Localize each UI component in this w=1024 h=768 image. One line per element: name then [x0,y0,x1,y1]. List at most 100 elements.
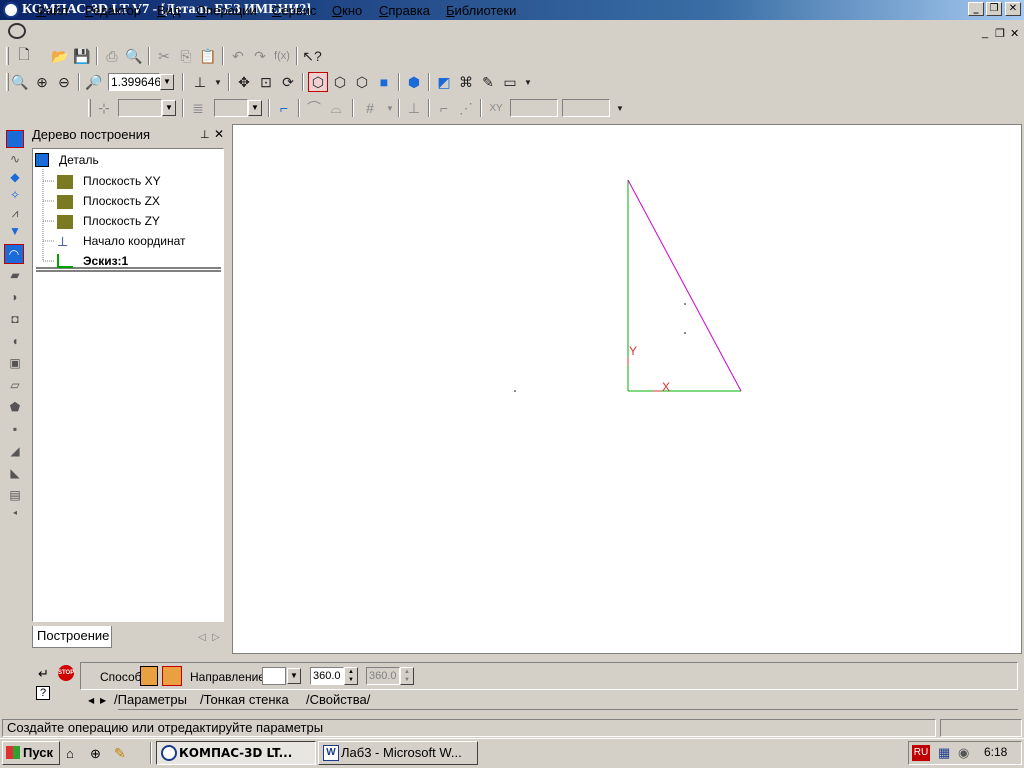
mdi-restore-button[interactable]: ❐ [995,27,1005,40]
edit-component-icon[interactable]: ⌘ [456,72,476,92]
menu-operations[interactable]: Операции [196,3,257,18]
tree-item-plane-zx[interactable]: Плоскость ZX [57,194,207,210]
tab-thin-wall[interactable]: /Тонкая стенка [200,692,289,707]
zoom-in-icon[interactable]: ⊕ [32,72,52,92]
params-tab-right-icon[interactable]: ▶ [100,696,106,705]
toolbar-grip[interactable] [6,47,9,65]
zoom-out-icon[interactable]: ⊖ [54,72,74,92]
loft-icon[interactable]: ◖ [6,332,24,350]
tab-properties[interactable]: /Свойства/ [306,692,370,707]
angle2-spinner[interactable]: ▲ ▼ [400,667,414,685]
tree-item-sketch[interactable]: Эскиз:1 [57,254,207,270]
extrude-icon[interactable]: ▰ [6,266,24,284]
ortho-icon[interactable]: ⌐ [434,98,454,118]
chamfer-op-icon[interactable]: ◣ [6,464,24,482]
pan-icon[interactable]: ✥ [234,72,254,92]
variables-icon[interactable]: f(x) [272,46,292,66]
orientation-icon[interactable]: ⊥ [190,72,210,92]
cut-revolve-icon[interactable]: ▱ [6,376,24,394]
revolve-icon[interactable]: ◗ [6,288,24,306]
menu-libraries[interactable]: Библиотеки [446,3,516,18]
kompas-app-icon[interactable] [3,2,19,18]
coord-x-field[interactable] [510,99,558,117]
chamfer-icon[interactable]: ⌓ [326,98,346,118]
kinematic-icon[interactable]: ◘ [6,310,24,328]
help-pointer-icon[interactable]: ↖? [302,46,322,66]
menu-editor[interactable]: Редактор [85,3,141,18]
minimize-button[interactable]: _ [968,2,984,16]
tree-item-plane-zy[interactable]: Плоскость ZY [57,214,207,230]
angle-combo[interactable] [214,99,248,117]
cut-extrude-icon[interactable]: ▣ [6,354,24,372]
fillet-icon[interactable]: ⌒ [304,98,324,118]
menu-window[interactable]: Окно [332,3,362,18]
angle2-field[interactable]: 360.0 [366,667,400,685]
measure-icon[interactable]: ⩘ [6,204,24,222]
task-kompas[interactable]: КОМПАС-3D LT... [156,741,316,765]
direction-icon[interactable] [262,667,286,685]
task-word[interactable]: W Лаб3 - Microsoft W... [318,741,478,765]
display-settings-icon[interactable]: ▭ [500,72,520,92]
hidden-thin-icon[interactable]: ⬡ [352,72,372,92]
tab-parameters[interactable]: /Параметры [114,692,187,707]
coord-dropdown-icon[interactable]: ▼ [610,98,630,118]
zoom-value-field[interactable]: 1.399646 [108,73,161,91]
pin-icon[interactable]: ⊥ [200,128,210,141]
params-tab-left-icon[interactable]: ◀ [88,696,94,705]
display-dropdown-icon[interactable]: ▼ [518,72,538,92]
wireframe-icon[interactable]: ⬡ [308,72,328,92]
shaded-icon[interactable]: ■ [374,72,394,92]
cut-kinematic-icon[interactable]: ⬟ [6,398,24,416]
tree-close-icon[interactable]: ✕ [214,127,224,141]
mdi-minimize-button[interactable]: _ [982,27,988,39]
redo-icon[interactable]: ↷ [250,46,270,66]
menu-view[interactable]: Вид [157,3,181,18]
open-file-icon[interactable]: 📂 [50,46,70,66]
shell-icon[interactable]: ▤ [6,486,24,504]
model-canvas[interactable]: Y X [232,124,1022,654]
method-angle-icon[interactable] [162,666,182,686]
quicklaunch-desktop-icon[interactable]: ⌂ [66,746,74,761]
zoom-window-icon[interactable]: 🔍 [10,72,30,92]
menu-file[interactable]: Файл [36,3,68,18]
paste-icon[interactable]: 📋 [198,46,218,66]
sketch-mode-icon[interactable]: ◩ [434,72,454,92]
tab-construction[interactable]: Построение [32,626,112,648]
fillet-op-icon[interactable]: ◢ [6,442,24,460]
coordinates-icon[interactable]: XY [486,98,506,118]
quicklaunch-pencil-icon[interactable]: ✎ [114,745,126,762]
zoom-scale-icon[interactable]: 🔎 [84,72,104,92]
document-icon[interactable] [8,23,26,39]
show-all-icon[interactable]: ⊡ [256,72,276,92]
layer-dropdown[interactable]: ▼ [162,100,176,116]
style-icon[interactable]: ≣ [188,98,208,118]
snap-points-icon[interactable]: ⋰ [456,98,476,118]
create-object-icon[interactable]: ↵ [38,666,49,682]
start-button[interactable]: Пуск [2,741,60,765]
tab-scroll-left-icon[interactable]: ◁ [198,632,206,643]
selection-icon[interactable]: ✧ [6,186,24,204]
direction-dropdown[interactable]: ▼ [287,668,301,684]
quicklaunch-network-icon[interactable]: ⊕ [90,746,101,762]
tree-item-plane-xy[interactable]: Плоскость XY [57,174,207,190]
clock[interactable]: 6:18 [984,745,1007,759]
coord-y-field[interactable] [562,99,610,117]
orientation-dropdown-icon[interactable]: ▼ [208,72,228,92]
cut-icon[interactable]: ✂ [154,46,174,66]
layer-combo[interactable] [118,99,162,117]
restore-button[interactable]: ❐ [986,2,1002,16]
angle1-field[interactable]: 360.0 [310,667,344,685]
new-file-icon[interactable]: 🗋 [14,46,34,66]
tree-item-origin[interactable]: ⊥ Начало координат [57,234,207,250]
method-sketch-plane-icon[interactable] [140,666,158,686]
mdi-close-button[interactable]: ✕ [1010,27,1019,40]
perspective-icon[interactable]: ⬢ [404,72,424,92]
tray-volume-icon[interactable]: ◉ [958,745,969,761]
grid-icon[interactable]: # [360,98,380,118]
rotate-operation-icon[interactable]: ◠ [4,244,24,264]
tray-network-icon[interactable]: ▦ [938,745,950,761]
hidden-lines-icon[interactable]: ⬡ [330,72,350,92]
dimensions-icon[interactable]: ◆ [6,168,24,186]
grid-dropdown-icon[interactable]: ▼ [380,98,400,118]
tab-scroll-right-icon[interactable]: ▷ [212,632,220,643]
